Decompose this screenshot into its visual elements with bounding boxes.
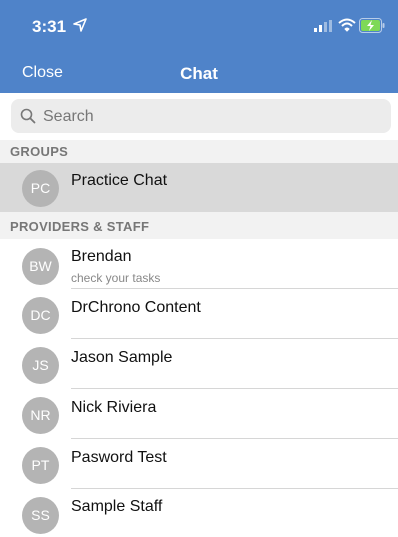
section-header-groups: GROUPS [0,140,398,163]
avatar: PC [22,170,59,207]
last-message-preview: check your tasks [71,271,161,285]
navigation-bar: Chat Close [0,50,398,93]
search-bar[interactable] [11,99,391,135]
status-bar: 3:31 [0,0,398,50]
contact-name: Nick Riviera [71,399,157,416]
contact-row-brendan[interactable]: BW Brendan check your tasks [0,239,398,289]
contact-name: Brendan [71,248,132,265]
header-bar: 3:31 Chat Close [0,0,398,93]
section-header-providers-staff: PROVIDERS & STAFF [0,212,398,239]
contact-row-drchrono-content[interactable]: DC DrChrono Content [0,289,398,339]
contact-row-pasword-test[interactable]: PT Pasword Test [0,439,398,489]
contact-name: Jason Sample [71,349,173,366]
contact-name: DrChrono Content [71,299,201,316]
contact-name: Pasword Test [71,449,167,466]
contact-row-nick-riviera[interactable]: NR Nick Riviera [0,389,398,439]
status-time: 3:31 [32,17,67,36]
battery-charging-icon [359,18,385,33]
search-icon [20,108,36,124]
avatar: SS [22,497,59,534]
contact-row-jason-sample[interactable]: JS Jason Sample [0,339,398,389]
avatar: PT [22,447,59,484]
close-button[interactable]: Close [22,64,63,82]
location-arrow-icon [73,18,87,32]
contact-row-sample-staff[interactable]: SS Sample Staff [0,489,398,537]
search-input[interactable] [41,99,385,135]
avatar: JS [22,347,59,384]
group-row-practice-chat[interactable]: PC Practice Chat [0,163,398,212]
avatar: BW [22,248,59,285]
search-area [0,93,398,140]
wifi-icon [338,18,356,32]
signal-icon [314,20,332,32]
contact-name: Practice Chat [71,172,168,189]
avatar: DC [22,297,59,334]
contact-name: Sample Staff [71,498,163,515]
avatar: NR [22,397,59,434]
